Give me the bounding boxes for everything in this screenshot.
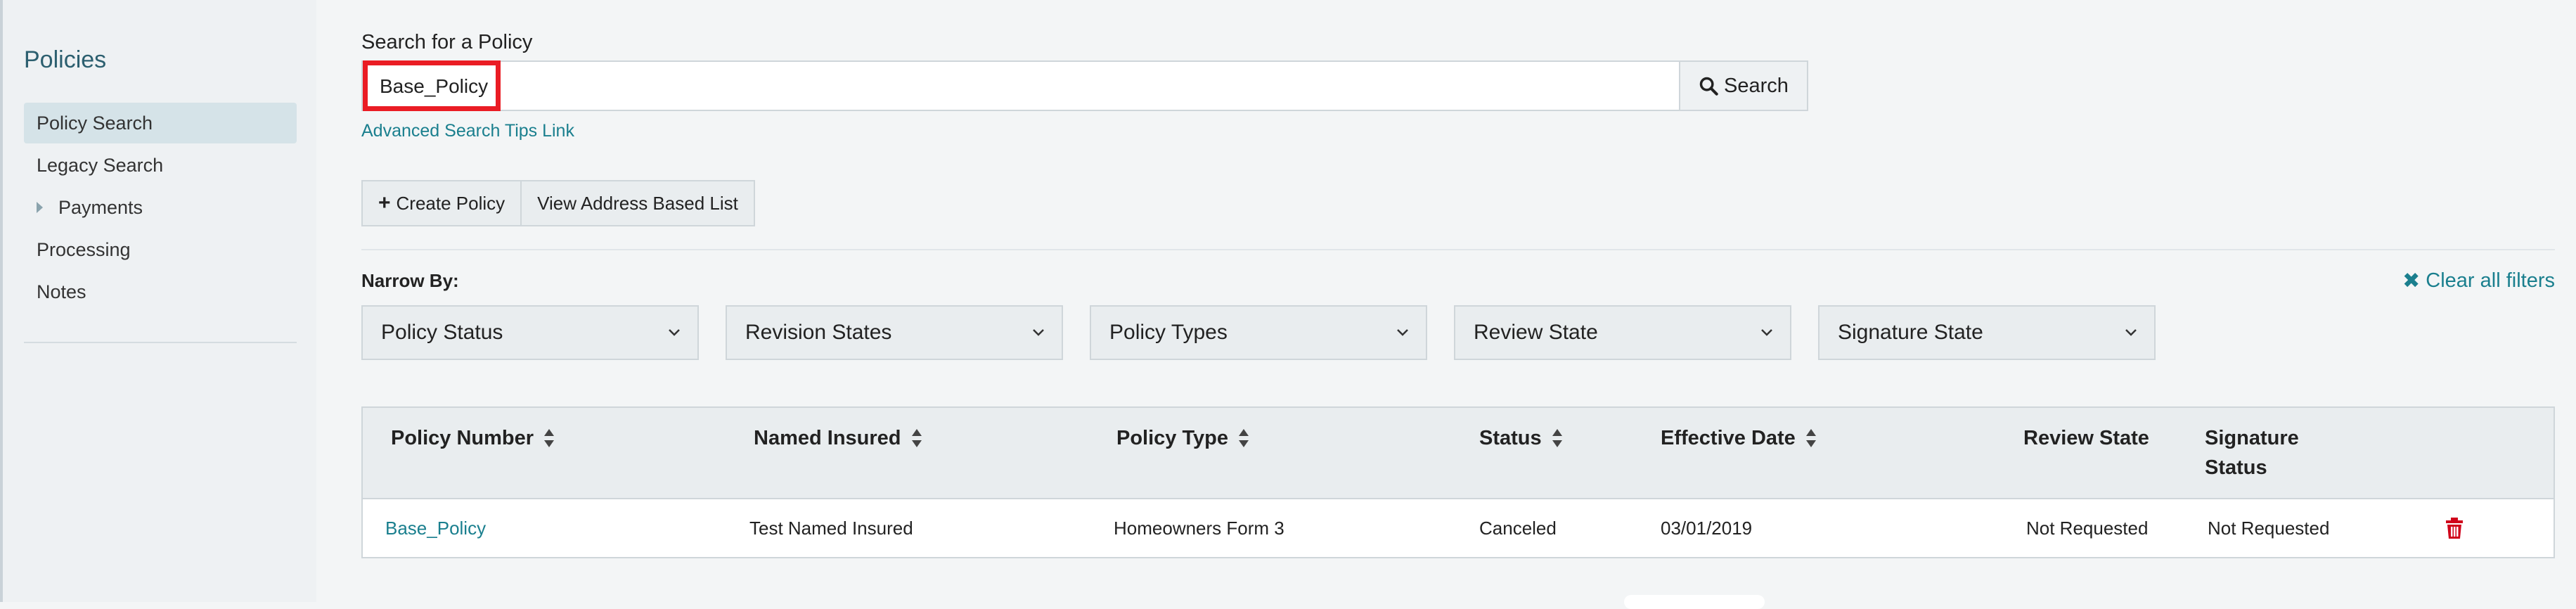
close-icon: ✖: [2402, 269, 2421, 293]
column-header-label: Review State: [2023, 427, 2149, 449]
plus-icon: +: [378, 191, 391, 214]
search-label: Search for a Policy: [361, 31, 533, 53]
sidebar: Policies Policy Search Legacy Search Pay…: [0, 0, 316, 602]
column-header-label: Effective Date: [1661, 427, 1796, 449]
filter-label: Policy Status: [381, 321, 503, 344]
sidebar-nav: Policy Search Legacy Search Payments Pro…: [24, 103, 297, 314]
signature-status-cell: Not Requested: [2208, 518, 2330, 539]
filter-label: Revision States: [745, 321, 892, 344]
chevron-down-icon: [1033, 329, 1044, 336]
table-header: Policy Number Named Insured Policy Type …: [363, 408, 2554, 499]
filter-label: Review State: [1474, 321, 1598, 344]
column-header-status[interactable]: Status: [1479, 423, 1563, 453]
clear-all-filters-link[interactable]: ✖ Clear all filters: [2402, 269, 2555, 293]
sidebar-item-label: Processing: [37, 239, 131, 260]
trash-icon[interactable]: [2445, 517, 2464, 539]
filter-policy-types[interactable]: Policy Types: [1090, 305, 1427, 360]
create-policy-label: Create Policy: [396, 193, 505, 214]
status-cell: Canceled: [1479, 518, 1557, 539]
column-header-signature-status: Signature Status: [2205, 423, 2345, 482]
main-content: Search for a Policy Search Advanced Sear…: [316, 0, 2576, 609]
sidebar-divider: [24, 342, 297, 343]
filter-policy-status[interactable]: Policy Status: [361, 305, 699, 360]
column-header-label: Status: [1479, 427, 1542, 449]
search-icon: [1699, 77, 1718, 96]
section-divider: [361, 249, 2555, 250]
chevron-down-icon: [1761, 329, 1772, 336]
column-header-effective-date[interactable]: Effective Date: [1661, 423, 1817, 453]
column-header-label: Signature Status: [2205, 427, 2299, 479]
advanced-search-tips-link[interactable]: Advanced Search Tips Link: [361, 121, 574, 141]
filter-revision-states[interactable]: Revision States: [726, 305, 1063, 360]
filter-label: Signature State: [1838, 321, 1983, 344]
view-address-list-label: View Address Based List: [537, 193, 738, 214]
filter-review-state[interactable]: Review State: [1454, 305, 1791, 360]
sidebar-item-label: Policy Search: [37, 113, 153, 134]
search-input[interactable]: [378, 62, 1647, 111]
results-table: Policy Number Named Insured Policy Type …: [361, 406, 2555, 558]
search-button-label: Search: [1724, 74, 1789, 97]
effective-date-cell: 03/01/2019: [1661, 518, 1753, 539]
sort-icon: [911, 429, 922, 447]
column-header-policy-type[interactable]: Policy Type: [1116, 423, 1249, 453]
column-header-review-state: Review State: [2023, 423, 2149, 453]
sidebar-item-processing[interactable]: Processing: [24, 229, 297, 270]
sidebar-title: Policies: [24, 46, 107, 73]
create-policy-button[interactable]: + Create Policy: [363, 181, 520, 225]
narrow-by-label: Narrow By:: [361, 270, 459, 291]
action-button-group: + Create Policy View Address Based List: [361, 180, 755, 226]
sidebar-item-notes[interactable]: Notes: [24, 271, 297, 312]
policy-type-cell: Homeowners Form 3: [1114, 518, 1284, 539]
bottom-element: [1624, 595, 1765, 609]
chevron-down-icon: [2125, 329, 2137, 336]
sort-icon: [1805, 429, 1816, 447]
sort-icon: [544, 429, 555, 447]
review-state-cell: Not Requested: [2026, 518, 2149, 539]
policy-number-link[interactable]: Base_Policy: [385, 499, 486, 557]
sort-icon: [1552, 429, 1562, 447]
column-header-label: Policy Type: [1116, 427, 1229, 449]
filter-signature-state[interactable]: Signature State: [1818, 305, 2156, 360]
search-input-wrapper: [361, 60, 1680, 111]
search-button[interactable]: Search: [1680, 60, 1808, 111]
filter-bar: Policy Status Revision States Policy Typ…: [361, 305, 2156, 360]
sort-icon: [1239, 429, 1249, 447]
chevron-down-icon: [1397, 329, 1408, 336]
named-insured-cell: Test Named Insured: [749, 518, 913, 539]
sidebar-item-policy-search[interactable]: Policy Search: [24, 103, 297, 143]
view-address-list-button[interactable]: View Address Based List: [520, 181, 754, 225]
column-header-label: Policy Number: [391, 427, 534, 449]
sidebar-item-label: Legacy Search: [37, 155, 164, 176]
column-header-label: Named Insured: [754, 427, 901, 449]
sidebar-item-payments[interactable]: Payments: [24, 187, 297, 228]
filter-label: Policy Types: [1109, 321, 1228, 344]
sidebar-item-legacy-search[interactable]: Legacy Search: [24, 145, 297, 186]
column-header-named-insured[interactable]: Named Insured: [754, 423, 922, 453]
chevron-down-icon: [669, 329, 680, 336]
column-header-policy-number[interactable]: Policy Number: [391, 423, 555, 453]
sidebar-item-label: Notes: [37, 281, 86, 302]
table-row: Base_Policy Test Named Insured Homeowner…: [363, 499, 2554, 557]
caret-right-icon[interactable]: [37, 201, 43, 213]
clear-all-filters-label: Clear all filters: [2426, 269, 2555, 292]
sidebar-item-label: Payments: [58, 197, 143, 218]
